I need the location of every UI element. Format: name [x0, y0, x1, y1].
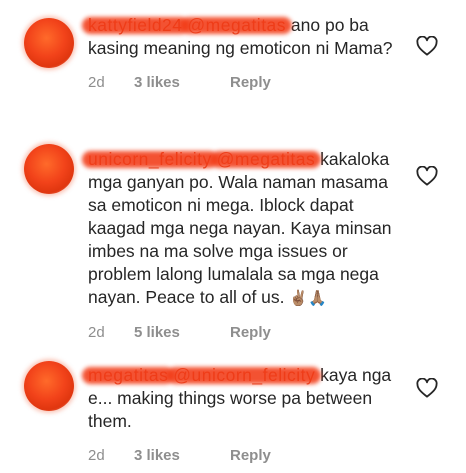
comment-meta: 2d 3 likes Reply: [88, 72, 408, 92]
avatar[interactable]: [24, 18, 74, 68]
heart-outline-icon[interactable]: [416, 378, 438, 398]
heart-outline-icon[interactable]: [416, 166, 438, 186]
mention-link[interactable]: @megatitas: [217, 148, 316, 171]
comment-body: unicorn_felicity @megatitas kakaloka mga…: [88, 148, 408, 342]
comment-text: kattyfield24 @megatitas ano po ba kasing…: [88, 14, 408, 60]
reply-button[interactable]: Reply: [230, 324, 271, 341]
comment-text: megatitas @unicorn_felicity kaya nga e..…: [88, 364, 408, 433]
comment-meta: 2d 3 likes Reply: [88, 445, 408, 465]
avatar[interactable]: [24, 144, 74, 194]
username-link[interactable]: unicorn_felicity: [88, 148, 212, 171]
comment-message: kakaloka mga ganyan po. Wala naman masam…: [88, 149, 392, 307]
username-link[interactable]: kattyfield24: [88, 14, 183, 37]
heart-outline-icon[interactable]: [416, 36, 438, 56]
comment-body: megatitas @unicorn_felicity kaya nga e..…: [88, 364, 408, 465]
reply-button[interactable]: Reply: [230, 74, 271, 91]
timestamp: 2d: [88, 73, 105, 91]
avatar[interactable]: [24, 361, 74, 411]
comment-meta: 2d 5 likes Reply: [88, 322, 408, 342]
mention-link[interactable]: @megatitas: [187, 14, 286, 37]
likes-count[interactable]: 3 likes: [134, 447, 230, 464]
comment-text: unicorn_felicity @megatitas kakaloka mga…: [88, 148, 408, 310]
timestamp: 2d: [88, 323, 105, 341]
username-link[interactable]: megatitas: [88, 364, 168, 387]
timestamp: 2d: [88, 446, 105, 464]
comment-body: kattyfield24 @megatitas ano po ba kasing…: [88, 14, 408, 92]
likes-count[interactable]: 5 likes: [134, 324, 230, 341]
mention-link[interactable]: @unicorn_felicity: [173, 364, 315, 387]
reply-button[interactable]: Reply: [230, 447, 271, 464]
likes-count[interactable]: 3 likes: [134, 74, 230, 91]
emoji-group: ✌🏽🙏🏽: [289, 289, 327, 307]
